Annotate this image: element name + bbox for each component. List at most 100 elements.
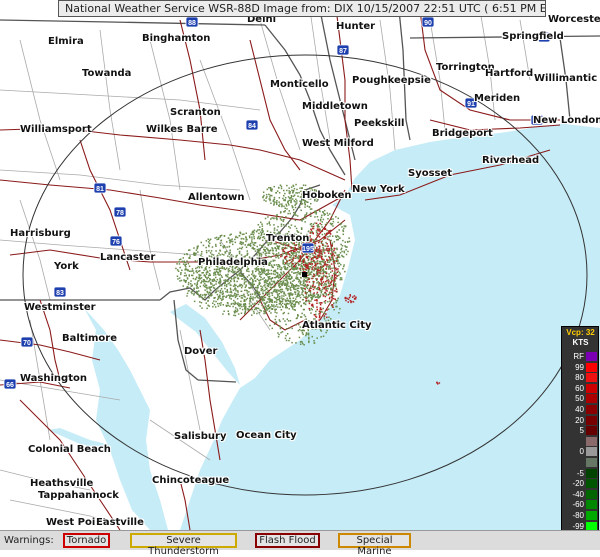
echo-pixel: [311, 298, 313, 300]
echo-pixel: [280, 300, 283, 303]
echo-pixel: [214, 237, 216, 239]
interstate-shield-number: 84: [248, 123, 256, 130]
echo-pixel: [285, 216, 287, 218]
echo-pixel: [309, 291, 312, 293]
echo-pixel: [280, 271, 282, 274]
echo-pixel: [292, 190, 294, 192]
city-label-harrisburg: Harrisburg: [10, 228, 71, 239]
echo-pixel: [296, 266, 299, 269]
flash-flood-warning-button[interactable]: Flash Flood: [255, 533, 320, 548]
echo-pixel: [231, 268, 234, 270]
echo-pixel: [333, 261, 335, 263]
echo-pixel: [281, 255, 283, 257]
echo-pixel: [248, 306, 250, 308]
echo-pixel: [246, 276, 249, 278]
echo-pixel: [271, 305, 274, 307]
echo-pixel: [215, 291, 217, 293]
echo-pixel: [321, 258, 323, 260]
echo-pixel: [292, 308, 294, 310]
radar-map[interactable]: 88 90 87 84 91 95 78 81 76 83 70 66 195 90 Elmira Bing…: [0, 0, 600, 530]
echo-pixel: [223, 235, 226, 237]
echo-pixel: [320, 218, 322, 221]
echo-pixel: [251, 306, 253, 308]
echo-pixel: [239, 247, 241, 249]
echo-pixel: [335, 283, 337, 285]
echo-pixel: [293, 244, 296, 246]
echo-pixel: [266, 230, 269, 232]
echo-pixel: [298, 303, 300, 305]
special-marine-warning-button[interactable]: Special Marine: [338, 533, 411, 557]
echo-pixel: [280, 309, 283, 311]
echo-pixel: [252, 272, 254, 274]
echo-pixel: [303, 302, 305, 304]
echo-pixel: [249, 242, 252, 245]
echo-pixel: [294, 303, 296, 305]
interstate-shield-number: 87: [339, 48, 347, 55]
echo-pixel: [328, 239, 330, 241]
echo-pixel: [295, 198, 297, 201]
echo-pixel: [224, 281, 226, 284]
echo-pixel: [269, 286, 272, 288]
echo-pixel: [288, 274, 291, 276]
echo-pixel: [336, 256, 339, 258]
echo-pixel: [310, 239, 312, 241]
echo-pixel: [177, 278, 179, 280]
echo-pixel: [190, 283, 192, 285]
severe-thunderstorm-warning-button[interactable]: Severe Thunderstorm: [130, 533, 237, 557]
echo-pixel: [211, 294, 213, 296]
echo-pixel: [185, 279, 187, 282]
echo-pixel: [300, 316, 303, 318]
echo-pixel: [334, 290, 336, 292]
echo-pixel: [241, 246, 244, 249]
echo-pixel: [267, 276, 269, 278]
echo-pixel: [292, 198, 294, 200]
echo-pixel: [263, 272, 266, 274]
legend-row: 99: [564, 362, 598, 373]
city-label-springfield: Springfield: [502, 31, 564, 42]
echo-pixel: [273, 286, 276, 288]
echo-pixel: [252, 270, 254, 272]
echo-pixel: [229, 277, 231, 279]
echo-pixel: [270, 202, 272, 204]
echo-pixel: [260, 221, 262, 224]
echo-pixel: [290, 289, 292, 291]
tornado-warning-button[interactable]: Tornado: [63, 533, 110, 548]
echo-pixel: [292, 300, 294, 302]
image-title-bar: National Weather Service WSR-88D Image f…: [58, 0, 546, 17]
echo-pixel: [261, 246, 264, 248]
echo-pixel: [216, 288, 219, 290]
echo-pixel: [216, 293, 219, 296]
legend-swatch: [586, 415, 597, 425]
echo-pixel: [279, 184, 282, 186]
echo-pixel: [257, 237, 259, 240]
echo-pixel: [308, 307, 310, 310]
echo-pixel: [346, 246, 348, 248]
echo-pixel: [255, 307, 257, 310]
echo-pixel: [308, 294, 310, 296]
echo-pixel: [183, 275, 186, 277]
echo-pixel: [335, 299, 337, 302]
echo-pixel: [283, 211, 286, 213]
echo-pixel: [261, 271, 264, 274]
echo-pixel: [330, 263, 333, 265]
echo-pixel: [217, 273, 219, 275]
echo-pixel: [240, 286, 243, 289]
echo-pixel: [312, 269, 315, 271]
echo-pixel: [258, 271, 260, 273]
echo-pixel: [311, 263, 314, 265]
echo-pixel: [208, 287, 210, 289]
echo-pixel: [299, 255, 302, 257]
echo-pixel: [282, 318, 285, 320]
echo-pixel: [318, 230, 321, 232]
echo-pixel: [272, 248, 274, 250]
legend-swatch: [586, 436, 597, 446]
echo-pixel: [326, 258, 328, 261]
echo-pixel: [200, 282, 202, 284]
echo-pixel: [274, 288, 276, 291]
echo-pixel: [318, 284, 320, 287]
echo-pixel: [270, 280, 273, 282]
echo-pixel: [300, 209, 302, 212]
echo-pixel: [286, 299, 289, 301]
echo-pixel: [316, 270, 319, 272]
echo-pixel: [251, 286, 253, 289]
